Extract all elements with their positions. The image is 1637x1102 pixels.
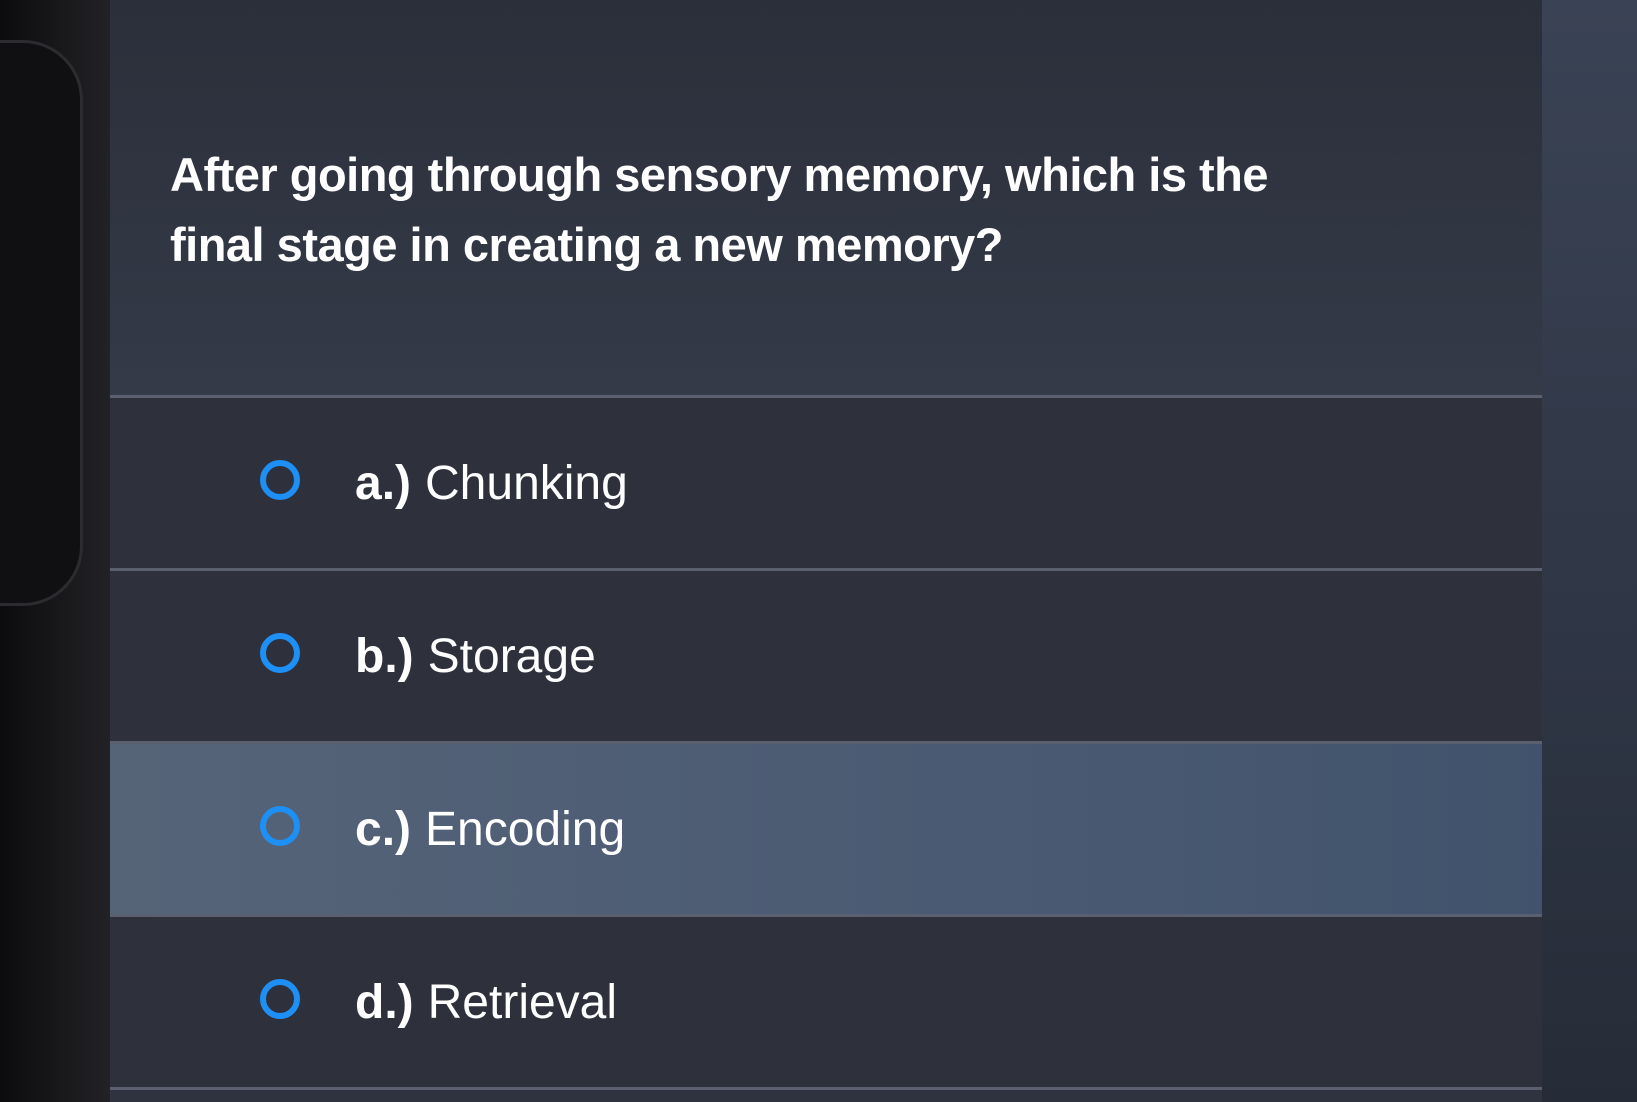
device-notch bbox=[0, 40, 83, 606]
option-d[interactable]: d.) Retrieval bbox=[110, 917, 1545, 1090]
option-label: d.) Retrieval bbox=[355, 975, 617, 1031]
option-a[interactable]: a.) Chunking bbox=[110, 398, 1545, 571]
radio-unselected-icon[interactable] bbox=[260, 633, 300, 673]
option-letter: b.) bbox=[355, 630, 414, 683]
option-label: b.) Storage bbox=[355, 629, 596, 685]
option-text: Retrieval bbox=[427, 976, 618, 1029]
quiz-screen: After going through sensory memory, whic… bbox=[110, 0, 1545, 1102]
option-letter: a.) bbox=[355, 457, 412, 510]
option-b[interactable]: b.) Storage bbox=[110, 571, 1545, 744]
radio-unselected-icon[interactable] bbox=[260, 460, 300, 500]
option-letter: c.) bbox=[355, 803, 412, 856]
option-text: Storage bbox=[427, 630, 596, 683]
option-label: c.) Encoding bbox=[355, 802, 625, 858]
radio-unselected-icon[interactable] bbox=[260, 806, 300, 846]
device-bezel-left bbox=[0, 0, 115, 1102]
option-c[interactable]: c.) Encoding bbox=[110, 744, 1545, 917]
question-panel: After going through sensory memory, whic… bbox=[110, 0, 1545, 398]
option-label: a.) Chunking bbox=[355, 456, 628, 512]
option-text: Chunking bbox=[425, 457, 628, 510]
question-text: After going through sensory memory, whic… bbox=[170, 148, 1269, 271]
background-right-edge bbox=[1542, 0, 1637, 1102]
radio-unselected-icon[interactable] bbox=[260, 979, 300, 1019]
option-text: Encoding bbox=[425, 803, 626, 856]
option-letter: d.) bbox=[355, 976, 414, 1029]
